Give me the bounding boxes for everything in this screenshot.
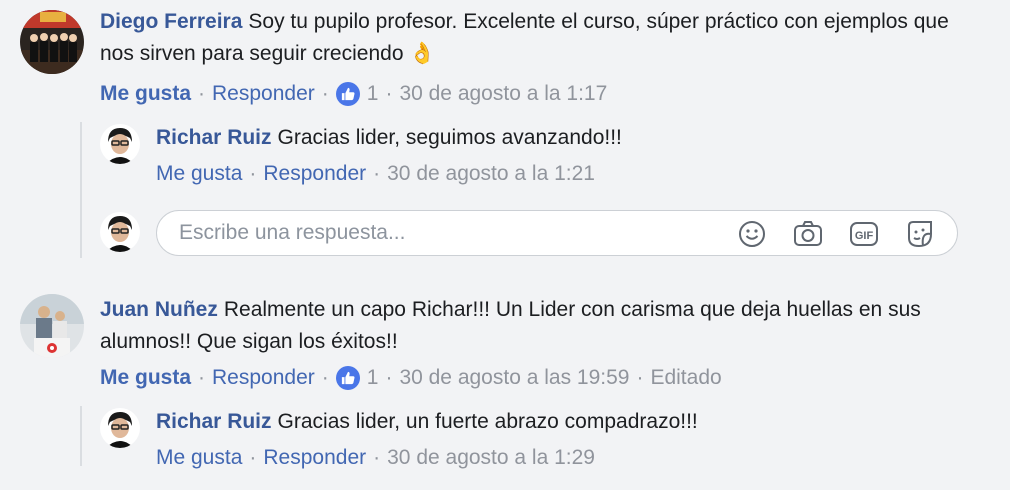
camera-icon[interactable] <box>793 220 823 248</box>
comment-author[interactable]: Diego Ferreira <box>100 10 242 33</box>
thumbs-up-icon[interactable] <box>335 82 360 106</box>
like-link[interactable]: Me gusta <box>100 364 191 392</box>
ok-hand-emoji: 👌 <box>409 42 436 65</box>
reaction-count[interactable]: 1 <box>367 80 379 108</box>
reply-author[interactable]: Richar Ruiz <box>156 410 272 433</box>
reply-actions: Me gusta · Responder · 30 de agosto a la… <box>156 160 595 188</box>
thread-line <box>80 122 82 258</box>
reply-body: Richar Ruiz Gracias lider, un fuerte abra… <box>156 406 956 438</box>
edited-label[interactable]: Editado <box>650 364 721 392</box>
comment-author[interactable]: Juan Nuñez <box>100 298 218 321</box>
reply-input[interactable]: Escribe una respuesta... GIF <box>156 210 958 256</box>
avatar[interactable] <box>100 408 140 448</box>
timestamp[interactable]: 30 de agosto a la 1:29 <box>387 444 595 472</box>
timestamp[interactable]: 30 de agosto a la 1:17 <box>399 80 607 108</box>
reply-link[interactable]: Responder <box>212 364 315 392</box>
emoji-icon[interactable] <box>737 220 767 248</box>
reaction-count[interactable]: 1 <box>367 364 379 392</box>
reply-text: Gracias lider, un fuerte abrazo compadra… <box>277 410 698 433</box>
gif-icon[interactable]: GIF <box>849 220 879 248</box>
reply-link[interactable]: Responder <box>212 80 315 108</box>
avatar[interactable] <box>100 124 140 164</box>
reply-body: Richar Ruiz Gracias lider, seguimos avanz… <box>156 122 956 154</box>
reply-text: Gracias lider, seguimos avanzando!!! <box>277 126 622 149</box>
comment-actions: Me gusta · Responder · 1 · 30 de agosto … <box>100 80 607 108</box>
reply-link[interactable]: Responder <box>263 444 366 472</box>
sticker-icon[interactable] <box>905 220 935 248</box>
reply-placeholder[interactable]: Escribe una respuesta... <box>179 211 405 255</box>
reply-actions: Me gusta · Responder · 30 de agosto a la… <box>156 444 595 472</box>
comment-body: Juan Nuñez Realmente un capo Richar!!! Un… <box>100 294 930 358</box>
reply-author[interactable]: Richar Ruiz <box>156 126 272 149</box>
comment-text: Realmente un capo Richar!!! Un Lider con… <box>100 298 921 353</box>
avatar[interactable] <box>20 10 84 74</box>
like-link[interactable]: Me gusta <box>100 80 191 108</box>
like-link[interactable]: Me gusta <box>156 444 242 472</box>
comment-actions: Me gusta · Responder · 1 · 30 de agosto … <box>100 364 722 392</box>
avatar[interactable] <box>20 294 84 358</box>
like-link[interactable]: Me gusta <box>156 160 242 188</box>
thread-line <box>80 406 82 466</box>
timestamp[interactable]: 30 de agosto a la 1:21 <box>387 160 595 188</box>
timestamp[interactable]: 30 de agosto a las 19:59 <box>399 364 629 392</box>
thumbs-up-icon[interactable] <box>335 366 360 390</box>
comment-body: Diego Ferreira Soy tu pupilo profesor. Ex… <box>100 6 980 70</box>
avatar[interactable] <box>100 212 140 252</box>
reply-link[interactable]: Responder <box>263 160 366 188</box>
svg-text:GIF: GIF <box>855 230 874 242</box>
